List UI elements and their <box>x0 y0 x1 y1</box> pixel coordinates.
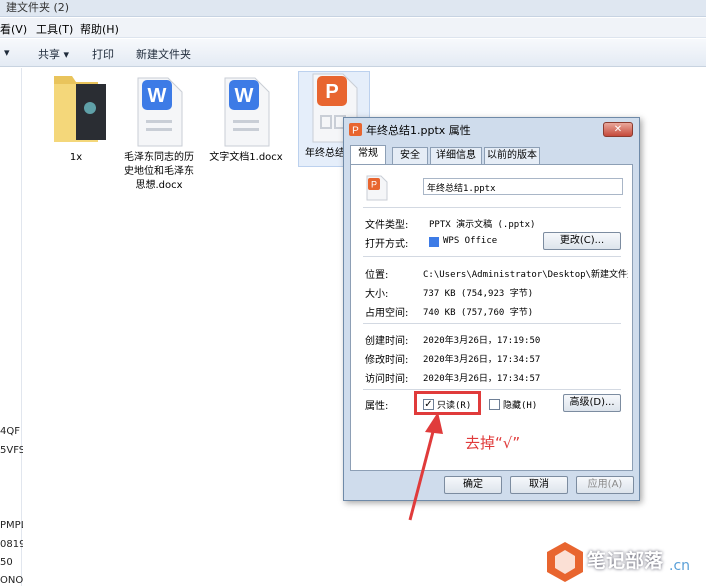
separator <box>363 256 621 257</box>
tab-details[interactable]: 详细信息 <box>430 147 482 164</box>
separator <box>363 207 621 208</box>
wps-writer-icon: W <box>224 77 270 147</box>
new-folder-button[interactable]: 新建文件夹 <box>136 46 191 62</box>
attributes-label: 属性: <box>365 401 389 412</box>
svg-text:P: P <box>325 81 338 103</box>
file-item-docx[interactable]: W 文字文档1.docx <box>205 76 287 176</box>
share-button[interactable]: 共享 ▾ <box>38 46 69 62</box>
size-label: 大小: <box>365 289 389 300</box>
folder-icon <box>54 76 106 142</box>
dialog-title: 年终总结1.pptx 属性 <box>366 124 471 137</box>
nav-item[interactable]: 5VFS <box>0 445 25 456</box>
nav-item[interactable]: 50 <box>0 557 13 568</box>
wps-office-icon <box>429 237 439 247</box>
navigation-pane[interactable]: 4QF 5VFS PMPL 0819 50 ONO/ <box>0 68 27 586</box>
created-value: 2020年3月26日，17:19:50 <box>423 336 541 346</box>
window-title: 建文件夹 (2) <box>6 1 70 14</box>
filename-field[interactable]: 年终总结1.pptx <box>423 178 623 195</box>
watermark-text: 笔记部落 <box>587 550 664 572</box>
location-label: 位置: <box>365 270 389 281</box>
file-type-label: 文件类型: <box>365 220 409 231</box>
file-item-docx[interactable]: W 毛泽东同志的历 史地位和毛泽东 思想.docx <box>118 76 200 196</box>
hidden-checkbox[interactable] <box>489 399 500 410</box>
svg-text:P: P <box>371 180 377 190</box>
modified-value: 2020年3月26日，17:34:57 <box>423 355 541 365</box>
tab-general[interactable]: 常规 <box>350 145 386 165</box>
filename-value: 年终总结1.pptx <box>427 184 496 194</box>
wps-presentation-icon: P <box>366 175 388 201</box>
hidden-label: 隐藏(H) <box>503 401 538 411</box>
svg-text:W: W <box>148 85 167 107</box>
nav-item[interactable]: 0819 <box>0 539 25 550</box>
chevron-down-icon[interactable]: ▾ <box>4 46 10 59</box>
change-button[interactable]: 更改(C)... <box>543 232 621 250</box>
annotation-text: 去掉“√” <box>465 434 521 452</box>
size-value: 737 KB (754,923 字节) <box>423 289 534 299</box>
svg-text:W: W <box>235 85 254 107</box>
modified-label: 修改时间: <box>365 355 409 366</box>
watermark-suffix: .cn <box>669 558 691 574</box>
tab-previous-versions[interactable]: 以前的版本 <box>484 147 540 164</box>
file-name-line: 毛泽东同志的历 <box>124 152 194 163</box>
separator <box>363 323 621 324</box>
menu-bar: 看(V) 工具(T) 帮助(H) <box>0 18 706 38</box>
advanced-button[interactable]: 高级(D)... <box>563 394 621 412</box>
properties-dialog: P 年终总结1.pptx 属性 ✕ 常规 安全 详细信息 以前的版本 P 年终总… <box>343 117 640 501</box>
print-button[interactable]: 打印 <box>92 46 114 62</box>
site-logo-icon <box>547 542 583 582</box>
separator <box>363 389 621 390</box>
wps-writer-icon: W <box>137 77 183 147</box>
disk-size-value: 740 KB (757,760 字节) <box>423 308 534 318</box>
created-label: 创建时间: <box>365 336 409 347</box>
file-item-folder[interactable]: 1x <box>35 70 117 170</box>
disk-size-label: 占用空间: <box>365 308 409 319</box>
accessed-label: 访问时间: <box>365 374 409 385</box>
command-bar: ▾ 共享 ▾ 打印 新建文件夹 <box>0 39 706 67</box>
nav-item[interactable]: 4QF <box>0 426 20 437</box>
close-button[interactable]: ✕ <box>603 122 633 137</box>
tab-security[interactable]: 安全 <box>392 147 428 164</box>
open-with-value: WPS Office <box>443 236 498 246</box>
wps-presentation-icon: P <box>349 123 362 136</box>
accessed-value: 2020年3月26日，17:34:57 <box>423 374 541 384</box>
location-value: C:\Users\Administrator\Desktop\新建文件夹 <box>423 270 628 280</box>
file-name-line: 思想.docx <box>135 180 183 191</box>
file-name: 1x <box>69 152 83 163</box>
general-panel: P 年终总结1.pptx 文件类型: PPTX 演示文稿 (.pptx) 打开方… <box>350 164 633 471</box>
file-name-line: 史地位和毛泽东 <box>124 166 194 177</box>
menu-help[interactable]: 帮助(H) <box>80 21 119 37</box>
menu-tools[interactable]: 工具(T) <box>36 21 73 37</box>
file-name: 文字文档1.docx <box>209 152 283 163</box>
watermark-url: www.notetribe.com <box>593 573 662 581</box>
file-type-value: PPTX 演示文稿 (.pptx) <box>429 220 536 230</box>
svg-text:P: P <box>352 126 359 137</box>
watermark: 笔记部落 .cn www.notetribe.com <box>545 540 706 586</box>
menu-view[interactable]: 看(V) <box>0 21 27 37</box>
cancel-button[interactable]: 取消 <box>510 476 568 494</box>
window-title-bar: 建文件夹 (2) <box>0 0 706 17</box>
open-with-label: 打开方式: <box>365 239 409 250</box>
annotation-arrow-icon <box>408 412 443 521</box>
apply-button[interactable]: 应用(A) <box>576 476 634 494</box>
